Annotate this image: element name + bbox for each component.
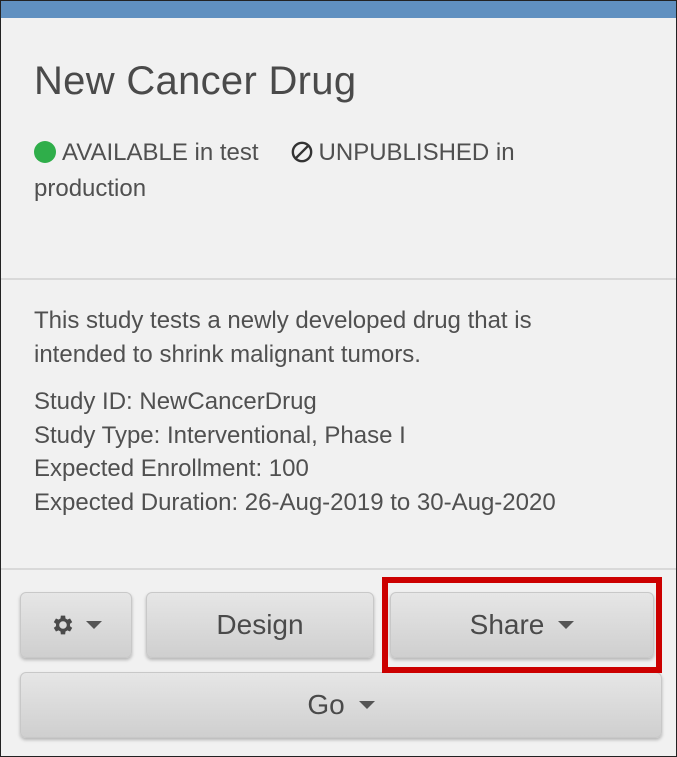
share-highlight-box xyxy=(382,577,662,673)
study-id: Study ID: NewCancerDrug xyxy=(34,388,317,415)
expected-duration: Expected Duration: 26-Aug-2019 to 30-Aug… xyxy=(34,488,556,516)
design-label: Design xyxy=(216,609,304,640)
description-line: intended to shrink malignant tumors. xyxy=(34,341,421,368)
study-description: This study tests a newly developed drug … xyxy=(34,304,644,372)
expected-enrollment: Expected Enrollment: 100 xyxy=(34,455,309,482)
go-label: Go xyxy=(307,689,345,720)
divider xyxy=(1,568,676,570)
study-status: AVAILABLE in test UNPUBLISHED in producti… xyxy=(34,135,634,207)
settings-dropdown-button[interactable] xyxy=(20,592,132,658)
status-prod: UNPUBLISHED in xyxy=(318,139,515,166)
card-top-bar xyxy=(1,1,676,18)
study-meta: Study ID: NewCancerDrug Study Type: Inte… xyxy=(34,385,654,519)
chevron-down-icon xyxy=(358,701,375,709)
study-card: New Cancer Drug AVAILABLE in test UNPUBLI… xyxy=(0,0,677,757)
gear-icon xyxy=(53,615,73,635)
unpublished-icon xyxy=(291,141,312,163)
go-dropdown-button[interactable]: Go xyxy=(20,672,662,738)
available-status-icon xyxy=(34,141,56,163)
chevron-down-icon xyxy=(86,621,102,629)
status-prod-cont: production xyxy=(34,175,147,202)
status-test: AVAILABLE in test xyxy=(62,139,259,166)
description-line: This study tests a newly developed drug … xyxy=(34,307,532,334)
study-title: New Cancer Drug xyxy=(34,59,357,103)
design-button[interactable]: Design xyxy=(146,592,374,658)
divider xyxy=(1,278,676,280)
study-type: Study Type: Interventional, Phase I xyxy=(34,421,406,449)
